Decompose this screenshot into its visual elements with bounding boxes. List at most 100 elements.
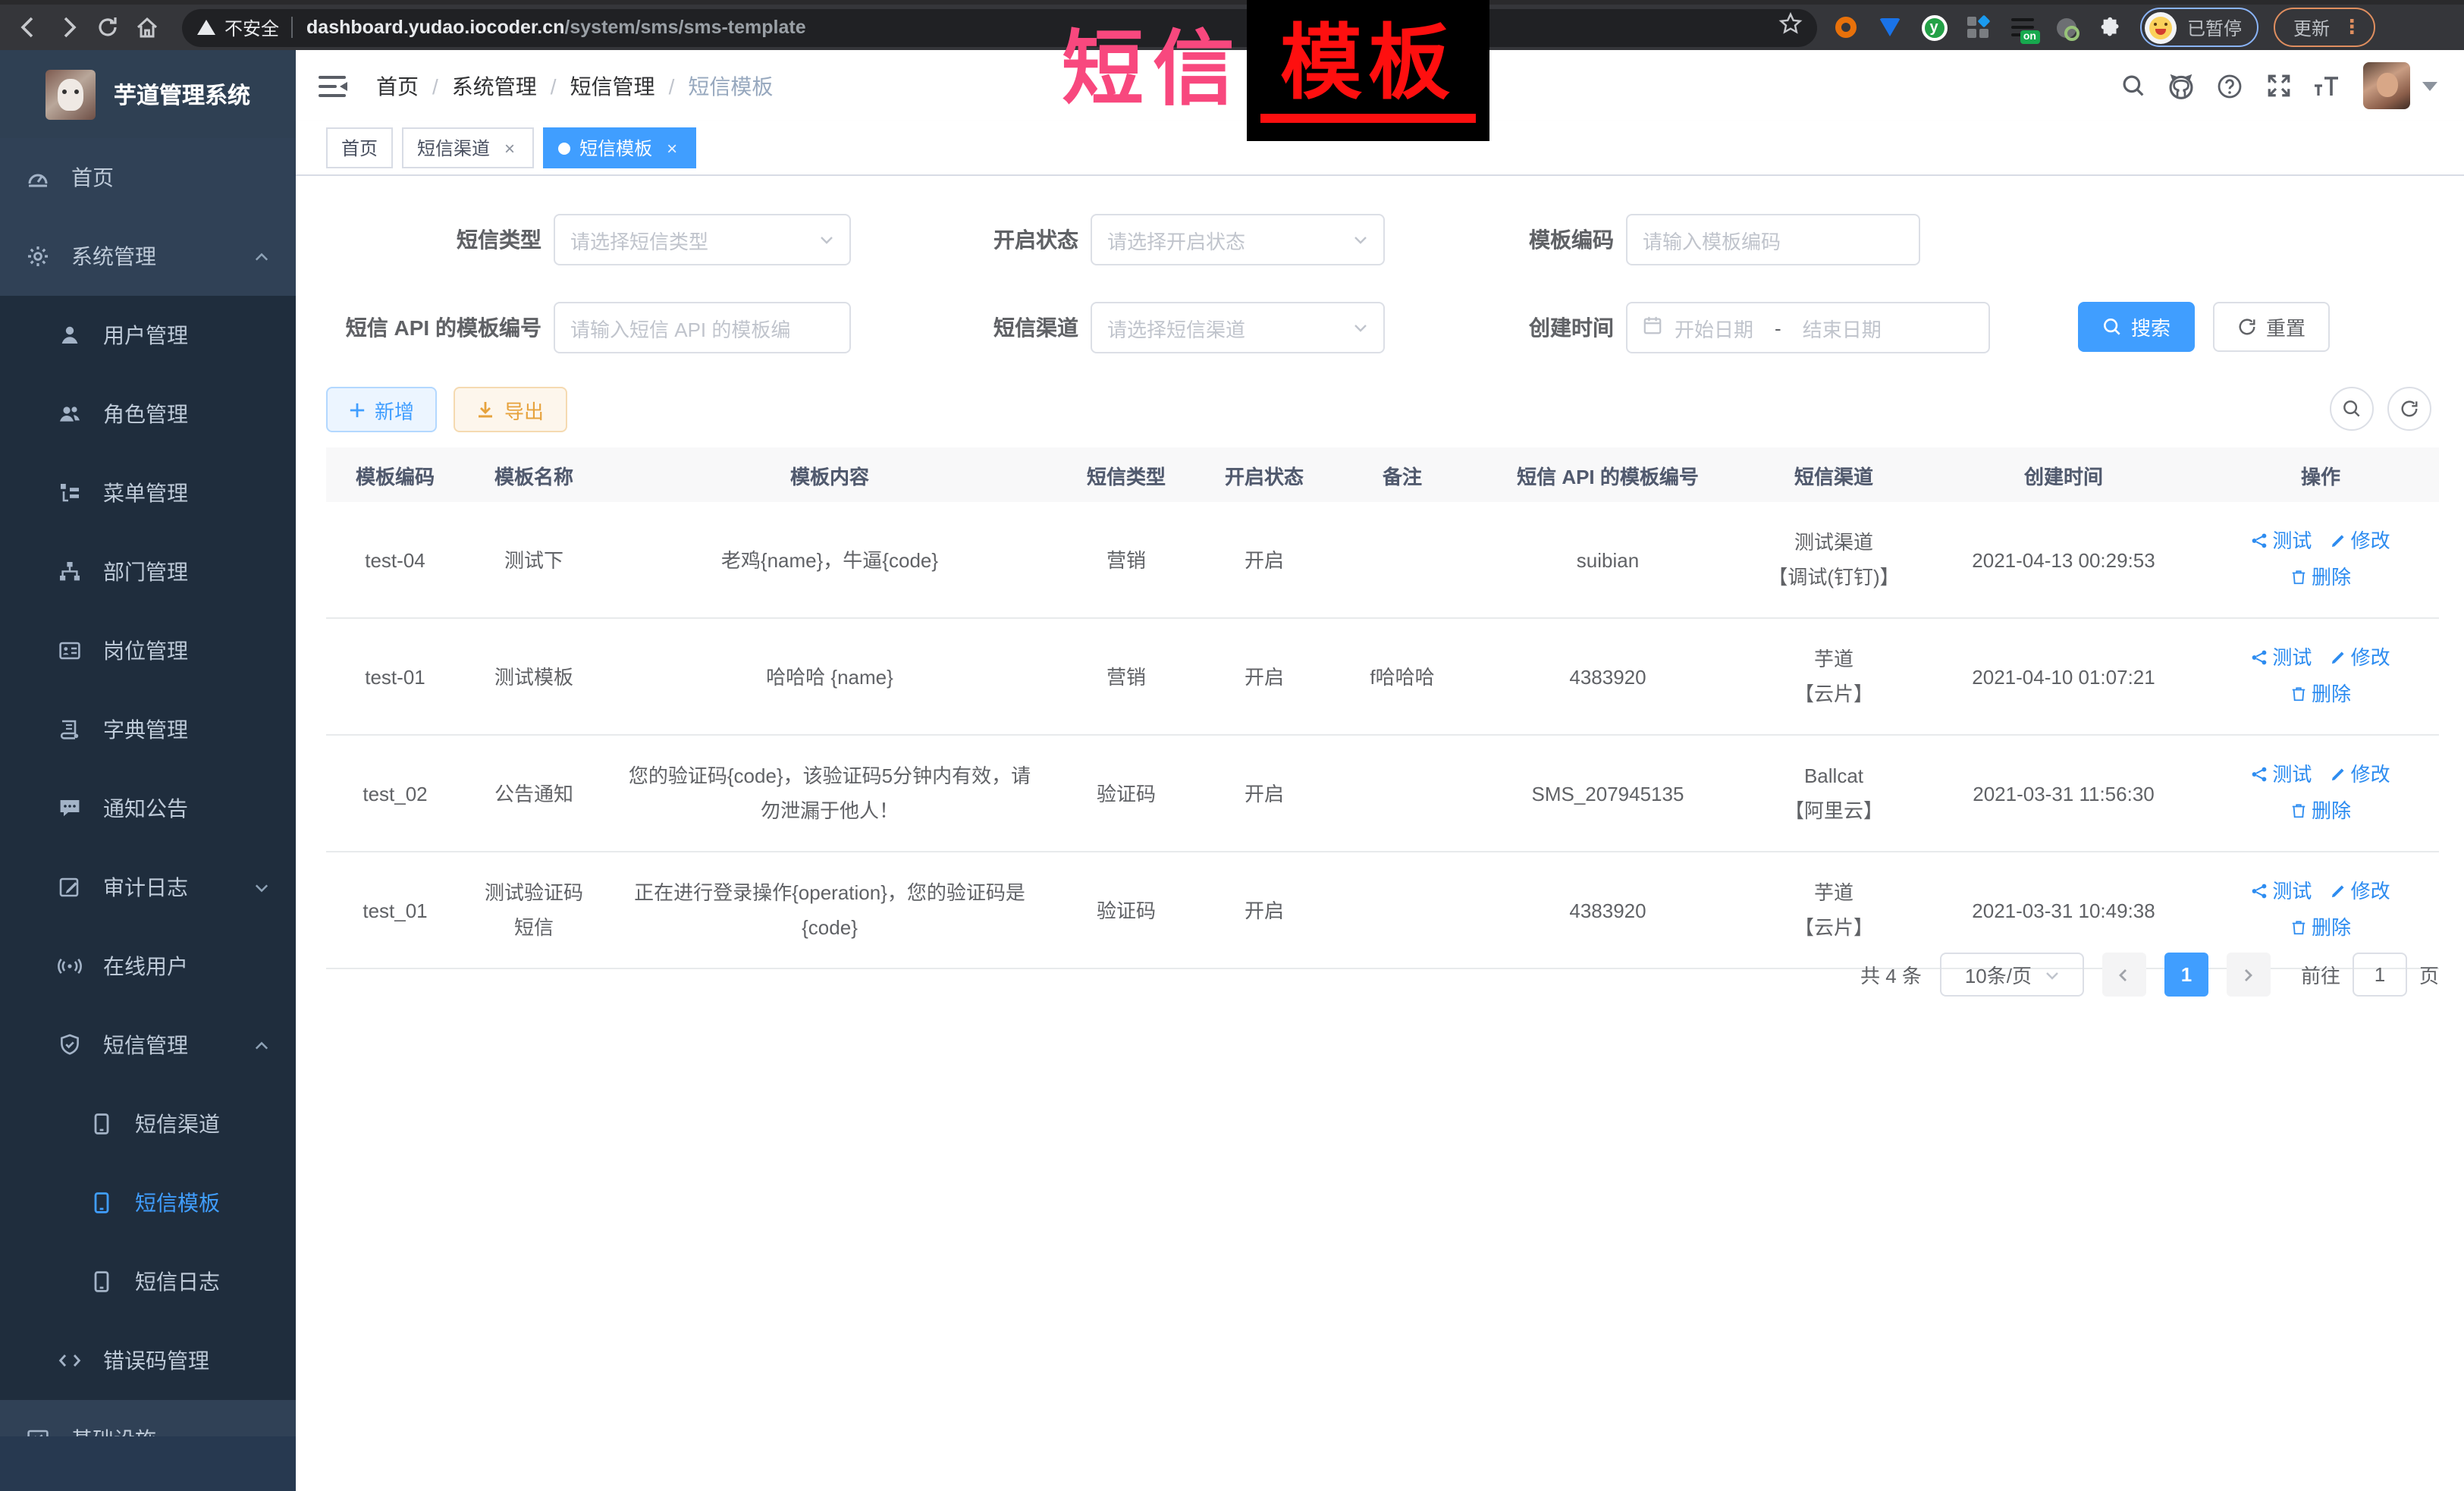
- sidebar-collapse-icon[interactable]: [319, 74, 349, 98]
- reset-button[interactable]: 重置: [2213, 302, 2330, 352]
- forward-icon[interactable]: [49, 8, 88, 47]
- cell-status: 开启: [1197, 852, 1332, 968]
- phone-icon: [89, 1112, 114, 1136]
- sidebar-item-system[interactable]: 系统管理: [0, 217, 296, 296]
- sidebar-item-roles[interactable]: 角色管理: [0, 375, 296, 454]
- tag-sms-template[interactable]: 短信模板: [543, 127, 696, 168]
- extensions-puzzle-icon[interactable]: [2095, 12, 2125, 42]
- sidebar-item-sms-channel[interactable]: 短信渠道: [0, 1085, 296, 1163]
- bookmark-star-icon[interactable]: [1779, 12, 1802, 42]
- app-logo[interactable]: 芋道管理系统: [0, 50, 296, 138]
- back-icon[interactable]: [9, 8, 49, 47]
- page-url[interactable]: dashboard.yudao.iocoder.cn/system/sms/sm…: [306, 17, 806, 38]
- sidebar-item-sms-management[interactable]: 短信管理: [0, 1006, 296, 1085]
- delete-link[interactable]: 删除: [2290, 676, 2351, 711]
- prev-page-button[interactable]: [2102, 953, 2146, 997]
- cell-api-id: 4383920: [1473, 618, 1743, 735]
- extension-grid-icon[interactable]: [1963, 12, 1993, 42]
- test-link[interactable]: 测试: [2251, 523, 2312, 558]
- shield-check-icon: [58, 1033, 82, 1057]
- security-warning-label[interactable]: 不安全: [224, 14, 279, 40]
- sidebar-item-error-codes[interactable]: 错误码管理: [0, 1321, 296, 1400]
- edit-link[interactable]: 修改: [2330, 523, 2390, 558]
- fullscreen-icon[interactable]: [2254, 61, 2302, 110]
- help-icon[interactable]: [2205, 61, 2254, 110]
- header-search-icon[interactable]: [2108, 61, 2157, 110]
- dashboard-icon: [26, 165, 50, 190]
- api-template-id-input[interactable]: 请输入短信 API 的模板编: [554, 302, 851, 353]
- phone-icon: [89, 1191, 114, 1215]
- date-end-placeholder: 结束日期: [1803, 313, 1882, 342]
- github-icon[interactable]: [2157, 61, 2205, 110]
- tag-sms-channel[interactable]: 短信渠道: [402, 127, 534, 168]
- avatar-dropdown-icon[interactable]: [2422, 81, 2437, 90]
- next-page-button[interactable]: [2227, 953, 2271, 997]
- cell-remark: [1332, 735, 1473, 852]
- delete-link[interactable]: 删除: [2290, 910, 2351, 945]
- template-code-input[interactable]: 请输入模板编码: [1626, 214, 1920, 265]
- page-size-select[interactable]: 10条/页: [1940, 953, 2084, 997]
- page-number-button[interactable]: 1: [2164, 953, 2208, 997]
- font-size-icon[interactable]: [2302, 61, 2351, 110]
- sidebar-item-label: 字典管理: [103, 714, 188, 745]
- show-search-toggle-button[interactable]: [2330, 387, 2374, 431]
- status-select[interactable]: 请选择开启状态: [1091, 214, 1385, 265]
- created-time-label: 创建时间: [1418, 302, 1614, 353]
- goto-page-input[interactable]: 1: [2353, 953, 2407, 997]
- extension-list-on-icon[interactable]: on: [2007, 12, 2037, 42]
- edit-link[interactable]: 修改: [2330, 757, 2390, 792]
- extension-donut-icon[interactable]: [1831, 12, 1861, 42]
- search-button[interactable]: 搜索: [2078, 302, 2195, 352]
- sidebar-item-sms-log[interactable]: 短信日志: [0, 1242, 296, 1321]
- close-icon[interactable]: [501, 137, 519, 159]
- delete-link[interactable]: 删除: [2290, 793, 2351, 828]
- breadcrumb-home[interactable]: 首页: [376, 71, 419, 101]
- col-header: 短信类型: [1056, 447, 1197, 502]
- sidebar-item-dictionary[interactable]: 字典管理: [0, 690, 296, 769]
- sidebar-item-label: 短信渠道: [135, 1109, 220, 1139]
- sidebar-item-label: 审计日志: [103, 872, 188, 902]
- url-bar[interactable]: 不安全 dashboard.yudao.iocoder.cn/system/sm…: [182, 8, 1817, 46]
- test-link[interactable]: 测试: [2251, 757, 2312, 792]
- test-link[interactable]: 测试: [2251, 640, 2312, 675]
- cell-name: 测试下: [464, 502, 604, 618]
- browser-menu-icon[interactable]: [2342, 15, 2362, 39]
- sidebar-item-posts[interactable]: 岗位管理: [0, 611, 296, 690]
- close-icon[interactable]: [663, 137, 681, 159]
- sidebar-item-online-users[interactable]: 在线用户: [0, 927, 296, 1006]
- sms-type-select[interactable]: 请选择短信类型: [554, 214, 851, 265]
- col-header: 操作: [2202, 447, 2439, 502]
- sidebar-item-users[interactable]: 用户管理: [0, 296, 296, 375]
- extension-gem-icon[interactable]: [1875, 12, 1905, 42]
- sidebar-item-departments[interactable]: 部门管理: [0, 532, 296, 611]
- sms-channel-select[interactable]: 请选择短信渠道: [1091, 302, 1385, 353]
- created-time-range-picker[interactable]: 开始日期 - 结束日期: [1626, 302, 1990, 353]
- tag-home[interactable]: 首页: [326, 127, 393, 168]
- refresh-table-button[interactable]: [2387, 387, 2431, 431]
- sidebar-item-sms-template[interactable]: 短信模板: [0, 1163, 296, 1242]
- sidebar-item-menus[interactable]: 菜单管理: [0, 454, 296, 532]
- user-avatar[interactable]: [2363, 62, 2410, 109]
- edit-link[interactable]: 修改: [2330, 640, 2390, 675]
- add-button[interactable]: 新增: [326, 387, 437, 432]
- extension-spy-icon[interactable]: [2051, 12, 2081, 42]
- page-size-value: 10条/页: [1965, 960, 2032, 989]
- sidebar-item-home[interactable]: 首页: [0, 138, 296, 217]
- top-navbar: 首页 / 系统管理 / 短信管理 / 短信模板: [296, 50, 2464, 121]
- test-link[interactable]: 测试: [2251, 874, 2312, 909]
- edit-link[interactable]: 修改: [2330, 874, 2390, 909]
- export-button[interactable]: 导出: [454, 387, 567, 432]
- reload-icon[interactable]: [88, 8, 127, 47]
- browser-update-chip[interactable]: 更新: [2274, 8, 2375, 47]
- home-icon[interactable]: [127, 8, 167, 47]
- delete-link[interactable]: 删除: [2290, 560, 2351, 595]
- extension-y-icon[interactable]: y: [1919, 12, 1949, 42]
- sidebar-item-audit-log[interactable]: 审计日志: [0, 848, 296, 927]
- browser-profile-chip[interactable]: 已暂停: [2140, 8, 2258, 47]
- cell-remark: [1332, 852, 1473, 968]
- sidebar-item-announcements[interactable]: 通知公告: [0, 769, 296, 848]
- breadcrumb-system[interactable]: 系统管理: [452, 71, 537, 101]
- table-row: test-04 测试下 老鸡{name}，牛逼{code} 营销 开启 suib…: [326, 502, 2439, 618]
- breadcrumb-sms[interactable]: 短信管理: [570, 71, 655, 101]
- col-header: 模板编码: [326, 447, 464, 502]
